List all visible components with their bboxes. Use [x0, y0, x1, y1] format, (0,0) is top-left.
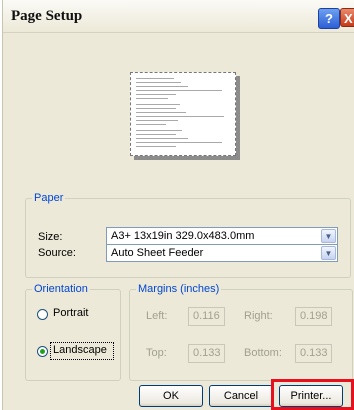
landscape-radio[interactable] [37, 346, 48, 357]
title-bar[interactable]: Page Setup ? X [3, 0, 354, 33]
left-margin-field[interactable]: 0.116 [188, 307, 225, 326]
orientation-group-label: Orientation [34, 283, 88, 295]
orientation-group: Orientation [25, 283, 121, 381]
close-button[interactable]: X [340, 8, 354, 27]
left-margin-label: Left: [146, 310, 168, 322]
cancel-button[interactable]: Cancel [209, 385, 273, 407]
bottom-margin-label: Bottom: [244, 347, 282, 359]
ok-button[interactable]: OK [139, 385, 203, 407]
size-select-value: A3+ 13x19in 329.0x483.0mm [111, 230, 255, 242]
portrait-radio[interactable] [37, 309, 48, 320]
margins-group: Margins (inches) [129, 283, 353, 381]
chevron-down-icon[interactable]: ▼ [321, 229, 336, 243]
help-button[interactable]: ? [318, 8, 340, 29]
top-margin-label: Top: [146, 347, 167, 359]
printer-button-highlight [271, 379, 354, 410]
source-select[interactable]: Auto Sheet Feeder ▼ [106, 244, 338, 262]
right-margin-label: Right: [244, 310, 273, 322]
right-margin-field[interactable]: 0.198 [295, 307, 332, 326]
margins-group-label: Margins (inches) [138, 283, 220, 295]
size-label: Size: [38, 231, 63, 243]
source-select-value: Auto Sheet Feeder [111, 247, 204, 259]
portrait-label[interactable]: Portrait [53, 307, 88, 319]
paper-group-label: Paper [34, 192, 64, 204]
chevron-down-icon[interactable]: ▼ [321, 246, 336, 260]
size-select[interactable]: A3+ 13x19in 329.0x483.0mm ▼ [106, 227, 338, 245]
page-setup-dialog: Page Setup ? X Paper Size: A3+ 13x19in 3… [2, 0, 354, 410]
page-preview [130, 72, 236, 156]
landscape-label[interactable]: Landscape [53, 344, 107, 356]
top-margin-field[interactable]: 0.133 [188, 344, 225, 363]
radio-selected-dot [40, 349, 45, 354]
dialog-title: Page Setup [11, 8, 83, 24]
source-label: Source: [38, 247, 76, 259]
bottom-margin-field[interactable]: 0.133 [295, 344, 332, 363]
